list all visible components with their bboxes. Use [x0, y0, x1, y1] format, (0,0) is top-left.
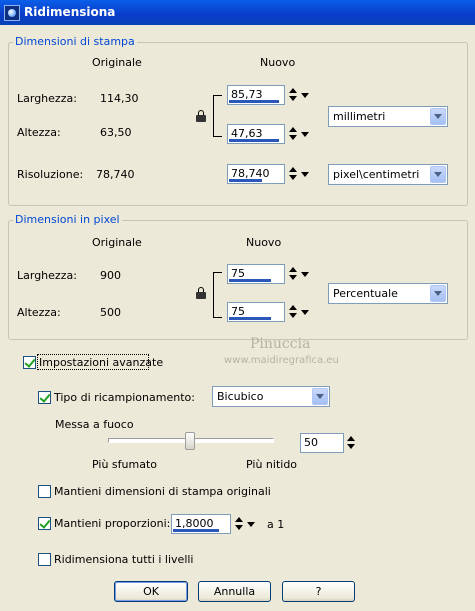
keep-ratio-checkbox[interactable]: [38, 517, 51, 530]
print-height-label: Altezza:: [17, 126, 61, 139]
resample-label[interactable]: Tipo di ricampionamento:: [54, 391, 195, 404]
spin-up-icon[interactable]: [289, 267, 297, 272]
spin-down-icon[interactable]: [235, 525, 243, 530]
resolution-original: 78,740: [96, 168, 135, 181]
keep-ratio-label[interactable]: Mantieni proporzioni:: [54, 517, 170, 530]
help-button[interactable]: ?: [282, 581, 355, 602]
sharpness-min-label: Più sfumato: [92, 458, 157, 471]
pixel-size-legend: Dimensioni in pixel: [13, 213, 122, 226]
resize-all-layers-checkbox[interactable]: [38, 553, 51, 566]
spin-up-icon[interactable]: [347, 436, 355, 441]
spin-up-icon[interactable]: [289, 305, 297, 310]
keep-print-size-label[interactable]: Mantieni dimensioni di stampa originali: [54, 485, 271, 498]
resolution-label: Risoluzione:: [17, 168, 84, 181]
pixel-width-label: Larghezza:: [17, 269, 77, 282]
ratio-suffix: a 1: [267, 518, 285, 531]
resolution-unit-select[interactable]: pixel\centimetri: [328, 164, 448, 185]
resample-checkbox[interactable]: [38, 391, 51, 404]
print-link-bracket: [213, 95, 222, 137]
keep-print-size-checkbox[interactable]: [38, 485, 51, 498]
pixel-height-original: 500: [100, 306, 121, 319]
print-size-legend: Dimensioni di stampa: [13, 35, 137, 48]
print-height-spinner[interactable]: 47,63: [227, 124, 312, 144]
pixel-width-spin-arrows[interactable]: [287, 266, 299, 282]
sharpness-label: Messa a fuoco: [55, 418, 134, 431]
print-height-dropdown-icon[interactable]: [299, 126, 311, 142]
ratio-dropdown-icon[interactable]: [245, 516, 257, 532]
spin-down-icon[interactable]: [289, 96, 297, 101]
ratio-spinner[interactable]: 1,8000: [171, 514, 261, 534]
print-lock-icon: [196, 110, 206, 122]
print-height-spin-arrows[interactable]: [287, 126, 299, 142]
print-width-spin-arrows[interactable]: [287, 87, 299, 103]
spin-down-icon[interactable]: [289, 175, 297, 180]
spin-down-icon[interactable]: [289, 313, 297, 318]
print-width-dropdown-icon[interactable]: [299, 87, 311, 103]
spin-up-icon[interactable]: [289, 167, 297, 172]
watermark-url: www.maidiregrafica.eu: [224, 355, 339, 366]
print-col-new: Nuovo: [260, 56, 296, 69]
spin-down-icon[interactable]: [347, 444, 355, 449]
spin-up-icon[interactable]: [289, 127, 297, 132]
sharpness-spinner[interactable]: 50: [300, 433, 360, 453]
pixel-width-original: 900: [100, 269, 121, 282]
print-width-label: Larghezza:: [17, 92, 77, 105]
chevron-down-icon[interactable]: [312, 388, 328, 405]
pixel-height-spinner[interactable]: 75: [227, 302, 312, 322]
spin-up-icon[interactable]: [289, 88, 297, 93]
pixel-height-spin-arrows[interactable]: [287, 304, 299, 320]
spin-down-icon[interactable]: [289, 275, 297, 280]
sharpness-slider-thumb[interactable]: [185, 432, 195, 450]
ok-button[interactable]: OK: [114, 581, 188, 602]
print-height-bar: [229, 139, 279, 142]
app-icon: [4, 5, 20, 21]
focus-rect: [37, 354, 149, 370]
print-unit-value: millimetri: [333, 110, 386, 123]
print-unit-select[interactable]: millimetri: [328, 106, 448, 127]
sharpness-max-label: Più nitido: [246, 458, 298, 471]
resample-value: Bicubico: [217, 390, 264, 403]
pixel-unit-value: Percentuale: [333, 287, 398, 300]
print-col-original: Originale: [92, 56, 142, 69]
title-bar[interactable]: Ridimensiona: [0, 0, 475, 25]
resample-select[interactable]: Bicubico: [212, 386, 330, 407]
sharpness-spin-arrows[interactable]: [345, 435, 357, 451]
pixel-width-bar: [229, 279, 271, 282]
pixel-lock-icon: [196, 287, 206, 299]
resize-dialog: Ridimensiona Dimensioni di stampa Origin…: [0, 0, 475, 611]
watermark-name: Pinuccia: [250, 336, 311, 352]
pixel-col-original: Originale: [92, 236, 142, 249]
print-width-original: 114,30: [100, 92, 139, 105]
resize-all-layers-label[interactable]: Ridimensiona tutti i livelli: [54, 553, 194, 566]
pixel-width-spinner[interactable]: 75: [227, 264, 312, 284]
sharpness-value[interactable]: 50: [304, 436, 318, 449]
resolution-unit-value: pixel\centimetri: [333, 168, 420, 181]
chevron-down-icon[interactable]: [430, 166, 446, 183]
ratio-spin-arrows[interactable]: [233, 516, 245, 532]
resolution-dropdown-icon[interactable]: [299, 166, 311, 182]
spin-up-icon[interactable]: [235, 517, 243, 522]
pixel-height-bar: [229, 317, 271, 320]
resolution-spin-arrows[interactable]: [287, 166, 299, 182]
pixel-width-dropdown-icon[interactable]: [299, 266, 311, 282]
print-width-bar: [229, 100, 279, 103]
spin-down-icon[interactable]: [289, 135, 297, 140]
pixel-height-dropdown-icon[interactable]: [299, 304, 311, 320]
window-title: Ridimensiona: [24, 5, 116, 19]
resolution-spinner[interactable]: 78,740: [227, 164, 312, 184]
pixel-col-new: Nuovo: [246, 236, 282, 249]
chevron-down-icon[interactable]: [430, 285, 446, 302]
print-width-spinner[interactable]: 85,73: [227, 85, 312, 105]
print-height-original: 63,50: [100, 126, 132, 139]
pixel-link-bracket: [213, 272, 222, 318]
advanced-settings-checkbox[interactable]: [23, 356, 36, 369]
ratio-bar: [173, 529, 219, 532]
pixel-unit-select[interactable]: Percentuale: [328, 283, 448, 304]
cancel-button[interactable]: Annulla: [198, 581, 271, 602]
pixel-height-label: Altezza:: [17, 306, 61, 319]
chevron-down-icon[interactable]: [430, 108, 446, 125]
resolution-bar: [229, 179, 262, 182]
